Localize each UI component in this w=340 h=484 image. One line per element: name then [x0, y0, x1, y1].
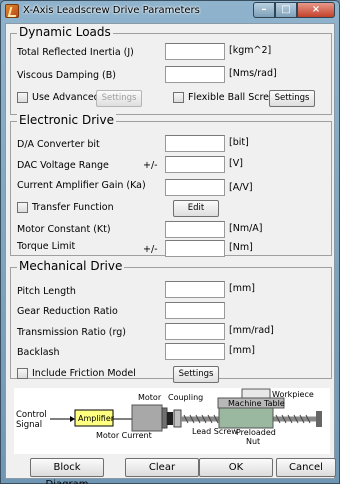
pitch-length-unit: [mm] [229, 283, 255, 294]
flexible-ball-screw-label: Flexible Ball Screw [188, 92, 277, 103]
backlash-label: Backlash [17, 347, 60, 358]
electronic-drive-panel: Electronic Drive D/A Converter bit [bit]… [10, 113, 332, 257]
minimize-button[interactable]: – [253, 2, 275, 18]
advanced-settings-button[interactable]: Settings [96, 90, 142, 107]
da-bit-label: D/A Converter bit [17, 139, 100, 150]
transfer-function-label: Transfer Function [32, 202, 114, 213]
damping-input[interactable] [165, 66, 225, 83]
friction-settings-button[interactable]: Settings [173, 366, 219, 383]
inertia-label: Total Reflected Inertia (J) [17, 47, 134, 58]
friction-model-label: Include Friction Model [32, 368, 136, 379]
backlash-unit: [mm] [229, 345, 255, 356]
transfer-function-box[interactable] [17, 202, 28, 213]
maximize-button[interactable]: □ [275, 2, 297, 18]
motor-body [131, 404, 163, 432]
flexible-ball-screw-box[interactable] [173, 92, 184, 103]
title-bar[interactable]: X-Axis Leadscrew Drive Parameters – □ × [1, 1, 339, 21]
transmission-ratio-label: Transmission Ratio (rg) [17, 327, 126, 338]
gear-ratio-label: Gear Reduction Ratio [17, 306, 118, 317]
preloaded-nut-block [218, 407, 274, 429]
amplifier-text: Amplifier [78, 414, 115, 423]
control-signal-text-1: Control [16, 410, 47, 420]
damping-unit: [Nms/rad] [229, 68, 277, 79]
da-bit-input[interactable] [165, 135, 225, 152]
pitch-length-label: Pitch Length [17, 286, 76, 297]
pitch-length-input[interactable] [165, 281, 225, 298]
ok-button[interactable]: OK [199, 458, 273, 477]
transfer-function-checkbox[interactable]: Transfer Function [17, 202, 114, 213]
torque-limit-prefix: +/- [143, 244, 158, 255]
electronic-drive-title: Electronic Drive [17, 113, 116, 127]
flexible-settings-button[interactable]: Settings [269, 90, 315, 107]
coupling-part-a [167, 412, 173, 425]
amp-gain-label: Current Amplifier Gain (Ka) [17, 180, 146, 191]
dialog-window: X-Axis Leadscrew Drive Parameters – □ × … [0, 0, 340, 484]
damping-label: Viscous Damping (B) [17, 70, 116, 81]
transmission-ratio-unit: [mm/rad] [229, 325, 274, 336]
machine-table-text: Machine Table [228, 399, 285, 408]
workpiece-block [241, 388, 271, 399]
motor-constant-unit: [Nm/A] [229, 223, 263, 234]
dynamic-loads-title: Dynamic Loads [17, 25, 113, 39]
use-advanced-box[interactable] [17, 92, 28, 103]
clear-button[interactable]: Clear [125, 458, 199, 477]
window-title: X-Axis Leadscrew Drive Parameters [23, 5, 200, 16]
dialog-body: Dynamic Loads Total Reflected Inertia (J… [5, 23, 336, 484]
friction-model-box[interactable] [17, 368, 28, 379]
end-bearing [316, 411, 322, 427]
backlash-input[interactable] [165, 343, 225, 360]
motor-constant-input[interactable] [165, 221, 225, 238]
motor-constant-label: Motor Constant (Kt) [17, 224, 111, 235]
dynamic-loads-panel: Dynamic Loads Total Reflected Inertia (J… [10, 25, 332, 115]
torque-limit-unit: [Nm] [229, 242, 253, 253]
da-bit-unit: [bit] [229, 137, 249, 148]
dac-range-prefix: +/- [143, 160, 158, 171]
signal-arrow-head [70, 416, 75, 422]
matlab-icon [5, 4, 19, 18]
inertia-input[interactable] [165, 43, 225, 60]
cancel-button[interactable]: Cancel [276, 458, 336, 477]
close-button[interactable]: × [297, 2, 335, 18]
transfer-edit-button[interactable]: Edit [173, 200, 219, 217]
dac-range-input[interactable] [165, 156, 225, 173]
motor-current-text: Motor Current [96, 431, 152, 440]
coupling-text: Coupling [168, 393, 203, 402]
inertia-unit: [kgm^2] [229, 45, 272, 56]
amp-gain-input[interactable] [165, 179, 225, 196]
torque-limit-input[interactable] [165, 240, 225, 257]
torque-limit-label: Torque Limit [17, 241, 76, 252]
block-diagram-button[interactable]: Block Diagram [30, 458, 104, 484]
motor-text: Motor [138, 393, 162, 402]
use-advanced-label: Use Advanced [32, 92, 100, 103]
amp-gain-unit: [A/V] [229, 182, 253, 193]
drive-schematic: Control Signal Amplifier Motor Current M… [14, 388, 330, 454]
dac-range-unit: [V] [229, 158, 243, 169]
mechanical-drive-title: Mechanical Drive [17, 259, 125, 273]
coupling-part-b [173, 409, 182, 428]
preloaded-text-2: Nut [246, 437, 260, 446]
transmission-ratio-input[interactable] [165, 323, 225, 340]
control-signal-text-2: Signal [16, 420, 42, 430]
friction-model-checkbox[interactable]: Include Friction Model [17, 368, 136, 379]
gear-ratio-input[interactable] [165, 302, 225, 319]
dac-range-label: DAC Voltage Range [17, 160, 109, 171]
motor-flange [161, 407, 168, 429]
preloaded-text-1: Preloaded [236, 428, 276, 437]
mechanical-drive-panel: Mechanical Drive Pitch Length [mm] Gear … [10, 259, 332, 383]
flexible-ball-screw-checkbox[interactable]: Flexible Ball Screw [173, 92, 277, 103]
use-advanced-checkbox[interactable]: Use Advanced [17, 92, 100, 103]
